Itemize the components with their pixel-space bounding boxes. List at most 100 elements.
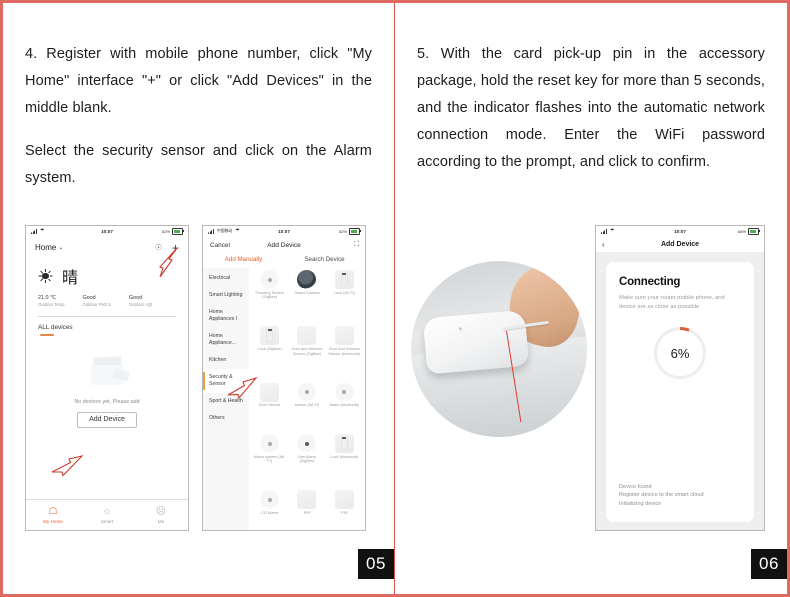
log-line: Initializing device xyxy=(619,500,662,507)
category-smart-lighting[interactable]: Smart Lighting xyxy=(203,287,249,304)
device-label: Door Sensor xyxy=(258,402,281,408)
tab-my-home[interactable]: ☖ My Home xyxy=(26,506,80,525)
add-device-button[interactable]: Add Device xyxy=(77,411,137,428)
right-paragraph-1: 5. With the card pick-up pin in the acce… xyxy=(417,46,765,170)
tab-label: Smart xyxy=(100,519,114,525)
empty-box-icon xyxy=(85,355,130,387)
device-tile[interactable]: Lock (bluetooth) xyxy=(326,434,363,488)
category-kitchen[interactable]: Kitchen xyxy=(203,352,249,369)
home-header-icons: ☉ + xyxy=(155,242,179,254)
log-line: Device found xyxy=(619,483,652,490)
nav-title: Add Device xyxy=(660,241,700,248)
device-label: Door and Window Sensor (ZigBee) xyxy=(291,345,323,356)
category-security-and-sensor[interactable]: Security & Sensor xyxy=(203,369,249,393)
device-label: Door And Window Sensor (bluetooth) xyxy=(328,345,361,356)
progress-percent-label: 6% xyxy=(670,345,690,361)
tab-me[interactable]: ☹ Me xyxy=(134,506,188,525)
metric-outdoor-aqi: Good Outdoor AQI xyxy=(129,295,152,307)
metric-value: Good xyxy=(82,295,96,301)
page-number-left: 05 xyxy=(358,549,394,579)
device-tile[interactable]: Lock (ZigBee) xyxy=(251,326,288,380)
device-tile[interactable]: sensor (Wi-Fi) xyxy=(288,382,325,433)
page-number-right: 06 xyxy=(751,549,787,579)
flooding-sensor-icon xyxy=(260,270,280,289)
status-bar-time: 10:07 xyxy=(674,229,686,234)
category-home-appliances-2[interactable]: Home Appliance... xyxy=(203,328,249,352)
device-label: Alarm (bluetooth) xyxy=(329,402,360,408)
tab-label: Me xyxy=(157,519,165,525)
metric-value: Good xyxy=(128,295,143,301)
pir-icon xyxy=(297,490,317,510)
category-others[interactable]: Others xyxy=(203,410,249,427)
category-sport-and-health[interactable]: Sport & Health xyxy=(203,393,249,410)
category-home-appliances-1[interactable]: Home Appliances I xyxy=(203,304,249,328)
tab-smart[interactable]: ☼ Smart xyxy=(80,506,134,525)
plus-icon[interactable]: + xyxy=(172,242,179,254)
metric-outdoor-temp: 21.0 ℃ Outdoor Temp xyxy=(38,295,64,307)
left-paragraph-1: 4. Register with mobile phone number, cl… xyxy=(25,46,372,116)
device-label: sensor (Wi-Fi) xyxy=(294,402,320,408)
device-label: Flooding Sensor (ZigBee) xyxy=(255,289,284,300)
status-bar-time: 10:07 xyxy=(101,229,113,234)
device-tile[interactable]: Alarm system (Wi-Fi) xyxy=(251,434,288,488)
segment-add-manually[interactable]: Add Manually xyxy=(203,256,284,263)
segment-search-device[interactable]: Search Device xyxy=(284,256,365,263)
left-paragraph-2: Select the security sensor and click on … xyxy=(25,143,372,186)
house-icon: ☖ xyxy=(48,505,58,517)
category-electrical[interactable]: Electrical xyxy=(203,270,249,287)
category-sidebar: Electrical Smart Lighting Home Appliance… xyxy=(203,268,249,530)
device-tile[interactable]: PIR xyxy=(288,490,325,530)
device-tile[interactable]: CO Alarm xyxy=(251,490,288,530)
device-tile[interactable]: Lock (Wi-Fi) xyxy=(326,270,363,324)
phone-screenshot-my-home: ☂ 10:07 62% Home ⌄ ☉ + 晴 21.0 ℃ Outdoor … xyxy=(25,225,189,531)
sensor-wifi-icon xyxy=(297,382,317,402)
home-title[interactable]: Home xyxy=(35,243,56,252)
metric-label: Outdoor PM2.5 xyxy=(82,302,111,307)
person-icon: ☹ xyxy=(155,505,167,517)
device-tile[interactable]: Alarm (bluetooth) xyxy=(326,382,363,433)
right-page: 5. With the card pick-up pin in the acce… xyxy=(395,3,787,594)
device-grid: Flooding Sensor (ZigBee) Smart Camera Lo… xyxy=(249,268,365,530)
device-label: Lock (ZigBee) xyxy=(257,345,282,351)
device-label: PIR xyxy=(341,509,348,515)
lock-bt-icon xyxy=(334,434,354,454)
device-tile[interactable]: Smart Camera xyxy=(288,270,325,324)
weather-condition: 晴 xyxy=(62,268,79,287)
device-label: Lock (Wi-Fi) xyxy=(333,289,355,295)
connecting-card: Connecting Make sure your router,mobile … xyxy=(606,262,754,522)
device-label: PIR xyxy=(303,509,311,515)
bottom-tab-bar: ☖ My Home ☼ Smart ☹ Me xyxy=(26,499,188,530)
device-tile[interactable]: PIR xyxy=(326,490,363,530)
chevron-down-icon[interactable]: ⌄ xyxy=(58,244,63,251)
add-device-body: Electrical Smart Lighting Home Appliance… xyxy=(203,268,365,530)
alarm-system-icon xyxy=(260,434,280,454)
status-bar-time: 10:07 xyxy=(278,229,290,234)
device-tile[interactable]: Door Sensor xyxy=(251,382,288,433)
connecting-heading: Connecting xyxy=(619,276,681,288)
device-tile[interactable]: Flooding Sensor (ZigBee) xyxy=(251,270,288,324)
tab-label: My Home xyxy=(43,519,63,525)
weather-widget: 晴 xyxy=(26,254,188,288)
lock-zigbee-icon xyxy=(260,326,280,346)
nav-title: Add Device xyxy=(267,241,301,249)
manual-page-spread: 4. Register with mobile phone number, cl… xyxy=(0,0,790,597)
bell-icon[interactable]: ☉ xyxy=(155,243,162,252)
all-devices-tab[interactable]: ALL devices xyxy=(26,317,188,331)
phone-screenshot-connecting: ☂ 10:07 68% ‹ Add Device Connecting Make… xyxy=(595,225,765,531)
device-label: CO Alarm xyxy=(261,509,279,515)
weather-metrics: 21.0 ℃ Outdoor Temp Good Outdoor PM2.5 G… xyxy=(26,288,188,307)
door-window-sensor-bt-icon xyxy=(334,326,354,346)
device-tile[interactable]: Door And Window Sensor (bluetooth) xyxy=(326,326,363,380)
status-bar: ☂ 10:07 62% xyxy=(26,226,188,237)
add-device-nav: Cancel Add Device ⛶ xyxy=(203,237,365,253)
left-instruction-text: 4. Register with mobile phone number, cl… xyxy=(25,41,372,192)
home-header: Home ⌄ ☉ + xyxy=(26,237,188,254)
chevron-left-icon[interactable]: ‹ xyxy=(602,240,605,249)
pir-icon xyxy=(334,490,354,510)
battery-icon xyxy=(748,228,760,235)
device-tile[interactable]: Door and Window Sensor (ZigBee) xyxy=(288,326,325,380)
device-label: Gas Alarm (ZigBee) xyxy=(297,453,317,464)
metric-label: Outdoor Temp xyxy=(38,302,65,307)
device-tile[interactable]: Gas Alarm (ZigBee) xyxy=(288,434,325,488)
connecting-nav: ‹ Add Device xyxy=(596,237,764,253)
